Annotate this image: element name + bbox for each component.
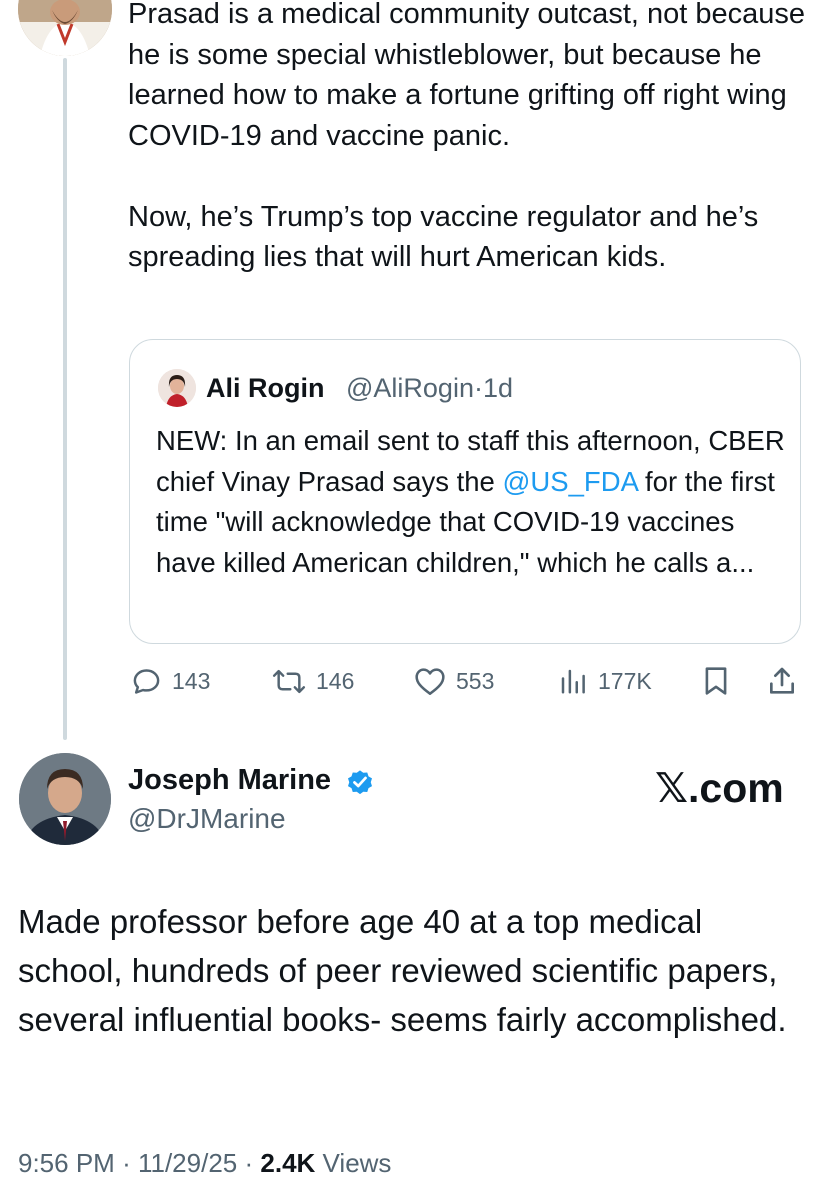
x-com-watermark: 𝕏.com: [655, 765, 784, 811]
quoted-tweet-time[interactable]: 1d: [483, 373, 513, 403]
share-button[interactable]: [766, 661, 798, 701]
parent-author-avatar[interactable]: [18, 0, 112, 56]
mention-link[interactable]: @US_FDA: [503, 466, 638, 497]
tweet-date[interactable]: 11/29/25: [138, 1148, 237, 1178]
share-icon: [770, 667, 794, 694]
like-count: 553: [456, 667, 495, 694]
like-button[interactable]: 553: [414, 661, 494, 701]
views-label: Views: [322, 1148, 392, 1178]
reply-tweet-text: Made professor before age 40 at a top me…: [18, 903, 787, 1038]
reply-count: 143: [172, 667, 211, 694]
reply-author-name[interactable]: Joseph Marine: [128, 760, 331, 800]
views-count: 177K: [598, 667, 652, 694]
parent-tweet-text: Prasad is a medical community outcast, n…: [128, 0, 805, 273]
verified-badge-icon[interactable]: [345, 767, 375, 797]
reply-button[interactable]: 143: [131, 661, 210, 701]
quoted-tweet-text: NEW: In an email sent to staff this afte…: [156, 421, 786, 583]
like-icon: [415, 668, 445, 695]
tweet-time[interactable]: 9:56 PM: [18, 1148, 115, 1178]
quoted-author-avatar[interactable]: [158, 369, 196, 407]
reply-author-handle[interactable]: @DrJMarine: [128, 800, 286, 838]
reply-author-avatar[interactable]: [19, 753, 111, 845]
bookmark-icon: [705, 667, 727, 695]
views-button[interactable]: 177K: [558, 661, 652, 701]
meta-separator: ·: [122, 1148, 131, 1178]
meta-separator: ·: [244, 1148, 254, 1178]
views-icon: [561, 669, 585, 694]
quoted-author-meta: @AliRogin·1d: [346, 369, 513, 407]
repost-icon: [272, 669, 306, 693]
tweet-meta: 9:56 PM · 11/29/25 · 2.4K Views: [18, 1144, 391, 1182]
reply-icon: [133, 668, 160, 694]
bookmark-button[interactable]: [703, 661, 729, 701]
quoted-meta-separator: ·: [473, 373, 483, 403]
repost-button[interactable]: 146: [272, 661, 354, 701]
quoted-author-name[interactable]: Ali Rogin: [206, 369, 324, 407]
views-total: 2.4K: [260, 1148, 316, 1178]
quoted-tweet-card[interactable]: Ali Rogin @AliRogin·1d NEW: In an email …: [129, 339, 801, 644]
repost-count: 146: [316, 667, 355, 694]
thread-connector-line: [63, 58, 67, 740]
quoted-author-handle[interactable]: @AliRogin: [346, 373, 474, 403]
